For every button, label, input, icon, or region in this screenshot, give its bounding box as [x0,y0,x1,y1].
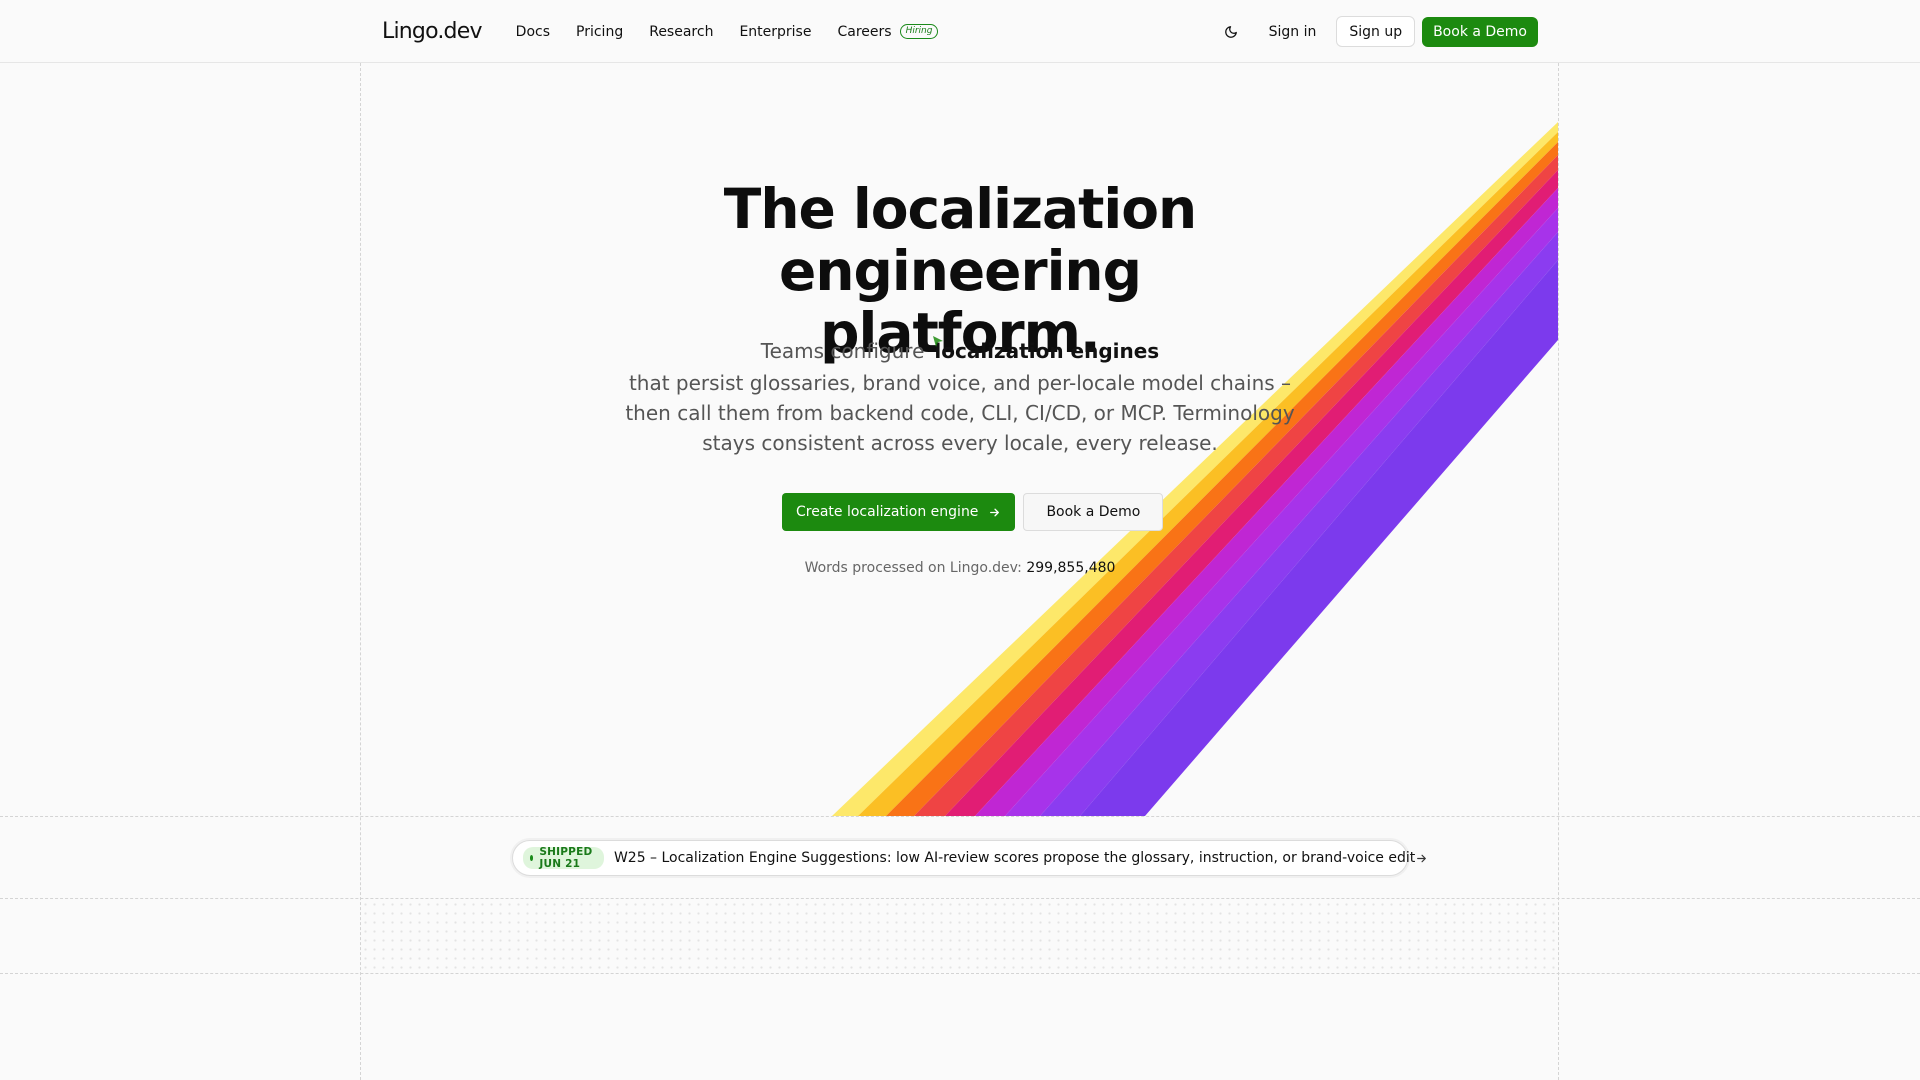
logo[interactable]: Lingo.dev [382,19,482,44]
hero-subtitle: Teams configure localization engines tha… [600,336,1320,458]
site-header: Lingo.dev Docs Pricing Research Enterpri… [0,0,1920,63]
nav-careers-label: Careers [837,23,892,40]
book-demo-hero-button[interactable]: Book a Demo [1023,493,1164,531]
nav-pricing[interactable]: Pricing [576,24,623,40]
rainbow-graphic [832,122,1558,816]
words-label: Words processed on Lingo.dev: [804,560,1022,576]
nav-docs-label: Docs [515,23,551,40]
book-demo-header-label: Book a Demo [1433,23,1527,40]
cursor-icon [933,336,944,347]
arrow-right-icon [1417,854,1427,862]
sign-up-button[interactable]: Sign up [1336,16,1416,47]
main-nav: Docs Pricing Research Enterprise Careers… [516,24,939,40]
subtitle-line2: that persist glossaries, brand voice, an… [628,371,1292,395]
nav-careers[interactable]: Careers Hiring [837,23,939,40]
nav-docs[interactable]: Docs [516,24,550,40]
words-count: 299,855,480 [1026,560,1116,576]
arrow-right-icon [990,508,1000,516]
book-demo-header-button[interactable]: Book a Demo [1422,16,1538,47]
announcement-arrow [1415,852,1428,865]
words-processed: Words processed on Lingo.dev: 299,855,48… [660,560,1260,576]
subtitle-highlight: localization engines [933,336,1160,366]
announcement-text: W25 – Localization Engine Suggestions: l… [613,850,1416,866]
nav-research-label: Research [649,23,714,40]
create-engine-button[interactable]: Create localization engine [782,493,1016,531]
hero-title-line1: The localization engineering [723,177,1197,303]
nav-research[interactable]: Research [649,24,713,40]
create-engine-label: Create localization engine [796,504,979,520]
nav-pricing-label: Pricing [576,23,624,40]
subtitle-prefix: Teams configure [760,339,925,363]
subtitle-line3: then call them from backend code, CLI, C… [625,401,1295,425]
hiring-badge: Hiring [899,24,939,39]
shipped-badge: SHIPPED JUN 21 [523,846,604,870]
subtitle-highlight-text: localization engines [934,339,1160,363]
hero-cta-row: Create localization engine Book a Demo [782,493,1164,531]
shipped-badge-label: SHIPPED JUN 21 [539,846,593,870]
book-demo-hero-label: Book a Demo [1046,504,1141,520]
theme-toggle-button[interactable] [1217,18,1245,46]
sign-up-label: Sign up [1349,23,1403,40]
status-dot-icon [530,855,534,861]
nav-enterprise-label: Enterprise [739,23,812,40]
sign-in-link[interactable]: Sign in [1269,24,1317,40]
nav-enterprise[interactable]: Enterprise [739,24,811,40]
announcement-banner[interactable]: SHIPPED JUN 21 W25 – Localization Engine… [512,840,1427,876]
subtitle-line4: stays consistent across every locale, ev… [702,431,1218,455]
moon-icon [1224,25,1237,38]
